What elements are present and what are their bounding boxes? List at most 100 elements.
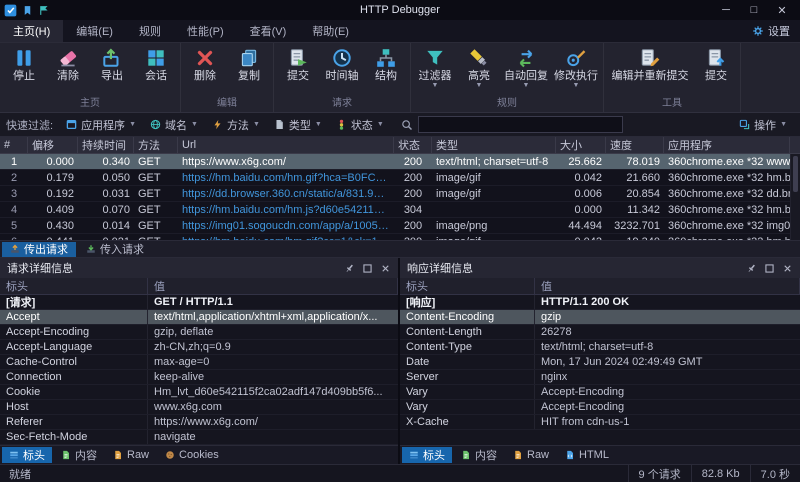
menu-tab-0[interactable]: 主页(H)	[0, 20, 63, 42]
ribbon-button-sessions[interactable]: 会话	[134, 45, 178, 83]
chevron-down-icon: ▼	[780, 121, 787, 128]
request-header-row[interactable]: Accept-Encodinggzip, deflate	[0, 325, 398, 340]
column-header-6[interactable]: 类型	[432, 137, 556, 153]
menu-tab-1[interactable]: 编辑(E)	[63, 20, 126, 42]
ribbon-button-editresubmit[interactable]: 编辑并重新提交	[606, 45, 694, 83]
column-header-1[interactable]: 偏移	[28, 137, 78, 153]
ribbon-button-timeline[interactable]: 时间轴	[320, 45, 364, 83]
ribbon-button-copy[interactable]: 复制	[227, 45, 271, 83]
request-header-row[interactable]: Connectionkeep-alive	[0, 370, 398, 385]
ribbon-button-highlight[interactable]: 高亮▼	[457, 45, 501, 89]
table-row[interactable]: 10.0000.340GEThttps://www.x6g.com/200tex…	[0, 154, 800, 170]
request-header-row[interactable]: Refererhttps://www.x6g.com/	[0, 415, 398, 430]
table-row[interactable]: 60.4410.021GEThttps://hm.baidu.com/hm.gi…	[0, 234, 800, 240]
column-header-5[interactable]: 状态	[394, 137, 432, 153]
request-header-row[interactable]: Sec-Fetch-Modenavigate	[0, 430, 398, 445]
column-header-7[interactable]: 大小	[556, 137, 606, 153]
table-row[interactable]: 50.4300.014GEThttps://img01.sogoucdn.com…	[0, 218, 800, 234]
request-panel-title: 请求详细信息	[7, 260, 73, 276]
request-column-1[interactable]: 值	[148, 278, 398, 294]
pin-icon[interactable]	[746, 263, 757, 274]
actions-button[interactable]: 操作 ▼	[732, 115, 794, 135]
response-header-row[interactable]: Servernginx	[400, 370, 800, 385]
request-header-row[interactable]: Cache-Controlmax-age=0	[0, 355, 398, 370]
pin-icon[interactable]	[344, 263, 355, 274]
actions-icon	[739, 119, 750, 130]
ribbon-button-submit2[interactable]: 提交	[694, 45, 738, 83]
tab-outgoing-requests[interactable]: 传出请求	[2, 242, 76, 257]
filter-3[interactable]: 类型▼	[267, 115, 329, 135]
response-header-row[interactable]: Content-Typetext/html; charset=utf-8	[400, 340, 800, 355]
response-tab-content[interactable]: 内容	[454, 447, 504, 463]
close-button[interactable]: ✕	[768, 0, 796, 20]
request-header-row[interactable]: Accepttext/html,application/xhtml+xml,ap…	[0, 310, 398, 325]
chevron-down-icon: ▼	[476, 83, 483, 89]
flag-icon[interactable]	[38, 5, 49, 16]
response-header-row[interactable]: X-CacheHIT from cdn-us-1	[400, 415, 800, 430]
response-column-1[interactable]: 值	[535, 278, 800, 294]
float-icon[interactable]	[362, 263, 373, 274]
request-header-row[interactable]: CookieHm_lvt_d60e542115f2ca02adf147d409b…	[0, 385, 398, 400]
request-column-0[interactable]: 标头	[0, 278, 148, 294]
filter-4[interactable]: 状态▼	[329, 115, 391, 135]
request-tab-raw[interactable]: Raw	[106, 447, 156, 463]
ribbon-button-export[interactable]: 导出	[90, 45, 134, 83]
response-tab-headers[interactable]: 标头	[402, 447, 452, 463]
request-header-row[interactable]: Accept-Languagezh-CN,zh;q=0.9	[0, 340, 398, 355]
column-header-0[interactable]: #	[0, 137, 28, 153]
float-icon[interactable]	[764, 263, 775, 274]
menu-tab-4[interactable]: 查看(V)	[237, 20, 300, 42]
cell-应用程序: 360chrome.exe *32 dd.bro...	[664, 186, 790, 201]
maximize-button[interactable]: □	[740, 0, 768, 20]
response-header-row[interactable]: VaryAccept-Encoding	[400, 385, 800, 400]
cell-偏移: 0.192	[28, 186, 78, 201]
column-header-9[interactable]: 应用程序	[664, 137, 790, 153]
table-row[interactable]: 20.1790.050GEThttps://hm.baidu.com/hm.gi…	[0, 170, 800, 186]
request-header-row[interactable]: Hostwww.x6g.com	[0, 400, 398, 415]
ribbon-button-delete[interactable]: 删除	[183, 45, 227, 83]
column-header-4[interactable]: Url	[178, 137, 394, 153]
ribbon-button-filter[interactable]: 过滤器▼	[413, 45, 457, 89]
ribbon-button-structure[interactable]: 结构	[364, 45, 408, 83]
response-tab-raw[interactable]: Raw	[506, 447, 556, 463]
close-icon[interactable]	[380, 263, 391, 274]
vertical-scrollbar[interactable]	[790, 154, 800, 240]
ribbon-button-clear[interactable]: 清除	[46, 45, 90, 83]
response-header-row[interactable]: Content-Length26278	[400, 325, 800, 340]
response-tab-html[interactable]: HTML	[558, 447, 616, 463]
ribbon-button-stop[interactable]: 停止	[2, 45, 46, 83]
response-header-row[interactable]: [响应]HTTP/1.1 200 OK	[400, 295, 800, 310]
request-tab-cookies[interactable]: Cookies	[158, 447, 226, 463]
response-header-row[interactable]: Content-Encodinggzip	[400, 310, 800, 325]
table-row[interactable]: 40.4090.070GEThttps://hm.baidu.com/hm.js…	[0, 202, 800, 218]
request-tab-headers[interactable]: 标头	[2, 447, 52, 463]
close-icon[interactable]	[782, 263, 793, 274]
response-header-row[interactable]: DateMon, 17 Jun 2024 02:49:49 GMT	[400, 355, 800, 370]
table-row[interactable]: 30.1920.031GEThttps://dd.browser.360.cn/…	[0, 186, 800, 202]
scrollbar-thumb[interactable]	[793, 156, 798, 192]
app-icon	[66, 119, 77, 130]
menu-tab-5[interactable]: 帮助(E)	[299, 20, 362, 42]
ribbon-button-submit[interactable]: 提交	[276, 45, 320, 83]
filter-0[interactable]: 应用程序▼	[59, 115, 143, 135]
cell-应用程序: 360chrome.exe *32 hm.bai...	[664, 170, 790, 185]
column-header-2[interactable]: 持续时间	[78, 137, 134, 153]
ribbon-button-autoreply[interactable]: 自动回复▼	[501, 45, 551, 89]
search-input[interactable]	[418, 116, 623, 133]
settings-button[interactable]: 设置	[742, 20, 800, 42]
menu-tab-3[interactable]: 性能(P)	[174, 20, 237, 42]
bookmark-icon[interactable]	[22, 5, 33, 16]
filter-2[interactable]: 方法▼	[205, 115, 267, 135]
request-tab-content[interactable]: 内容	[54, 447, 104, 463]
menu-tab-2[interactable]: 规则	[126, 20, 174, 42]
tab-incoming-requests[interactable]: 传入请求	[78, 242, 152, 257]
response-column-0[interactable]: 标头	[400, 278, 535, 294]
filter-1[interactable]: 域名▼	[143, 115, 205, 135]
response-header-row[interactable]: VaryAccept-Encoding	[400, 400, 800, 415]
status-item-1: 82.8 Kb	[691, 465, 750, 482]
minimize-button[interactable]: ─	[712, 0, 740, 20]
request-header-row[interactable]: [请求]GET / HTTP/1.1	[0, 295, 398, 310]
column-header-3[interactable]: 方法	[134, 137, 178, 153]
column-header-8[interactable]: 速度	[606, 137, 664, 153]
ribbon-button-modify[interactable]: 修改执行▼	[551, 45, 601, 89]
